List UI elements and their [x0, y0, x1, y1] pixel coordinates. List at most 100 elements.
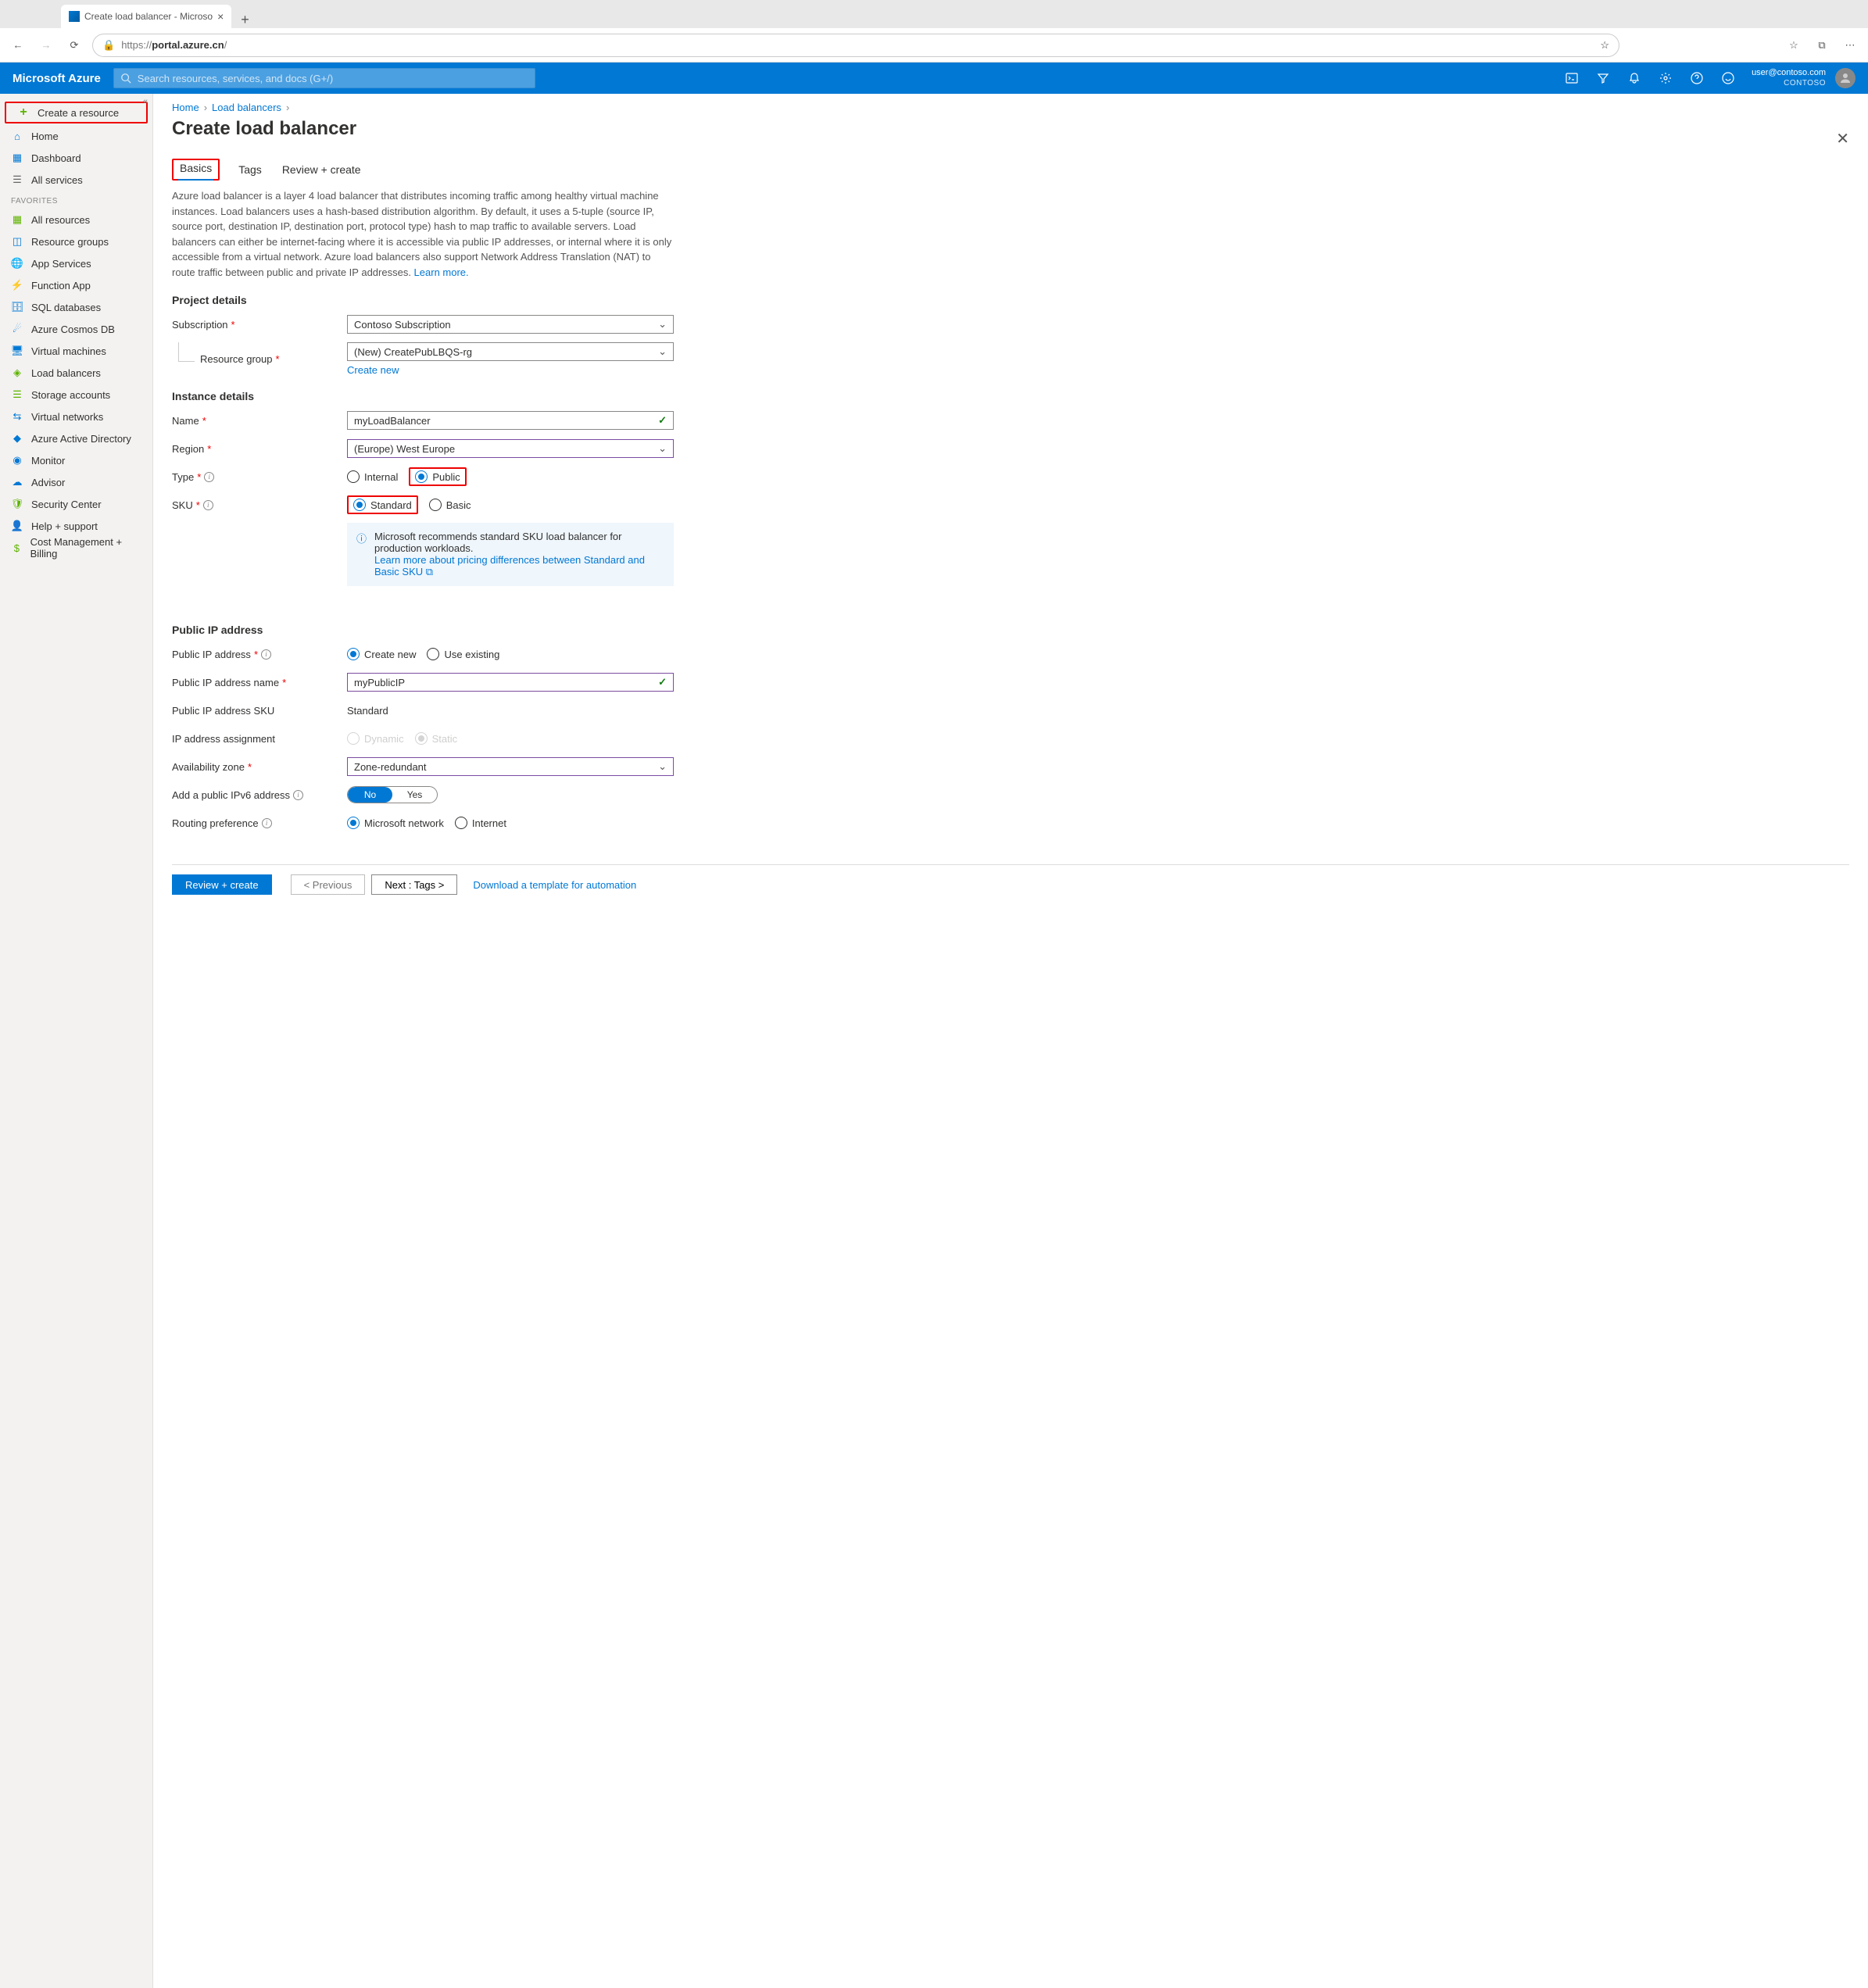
- breadcrumb-lb[interactable]: Load balancers: [212, 102, 281, 113]
- sidebar-item-storage[interactable]: ☰Storage accounts: [0, 384, 152, 406]
- tab-review[interactable]: Review + create: [281, 159, 363, 181]
- select-subscription[interactable]: Contoso Subscription⌄: [347, 315, 674, 334]
- feedback-icon[interactable]: [1714, 63, 1742, 94]
- chevron-down-icon: ⌄: [658, 760, 667, 773]
- collapse-sidebar-icon[interactable]: «: [143, 97, 148, 106]
- browser-tab[interactable]: Create load balancer - Microso ×: [61, 5, 231, 28]
- cube-icon: ◫: [11, 235, 23, 248]
- back-button[interactable]: ←: [8, 35, 28, 55]
- chevron-right-icon: ›: [286, 102, 289, 113]
- sidebar-item-sql[interactable]: 🗄SQL databases: [0, 296, 152, 318]
- tab-bar: Basics Tags Review + create: [172, 159, 1849, 181]
- info-icon[interactable]: i: [262, 818, 272, 828]
- label-ip-assignment: IP address assignment: [172, 733, 347, 745]
- sidebar-item-advisor[interactable]: ☁Advisor: [0, 471, 152, 493]
- input-name[interactable]: myLoadBalancer✓: [347, 411, 674, 430]
- radio-type-public[interactable]: Public: [415, 470, 460, 483]
- sidebar-item-all-resources[interactable]: ▦All resources: [0, 209, 152, 231]
- learn-more-link[interactable]: Learn more.: [414, 266, 469, 278]
- azure-logo[interactable]: Microsoft Azure: [13, 72, 101, 85]
- tab-basics[interactable]: Basics: [178, 157, 213, 181]
- radio-pip-create[interactable]: Create new: [347, 648, 416, 660]
- new-tab-button[interactable]: +: [231, 12, 259, 28]
- sidebar-item-vnets[interactable]: ⇆Virtual networks: [0, 406, 152, 427]
- label-routing: Routing preference i: [172, 817, 347, 829]
- settings-icon[interactable]: [1651, 63, 1680, 94]
- sidebar-label-create: Create a resource: [38, 107, 119, 119]
- toggle-ipv6-no[interactable]: No: [348, 787, 392, 803]
- info-icon[interactable]: i: [203, 500, 213, 510]
- close-blade-icon[interactable]: ✕: [1836, 129, 1849, 148]
- info-icon[interactable]: i: [261, 649, 271, 660]
- favorites-icon[interactable]: ☆: [1784, 39, 1804, 52]
- user-account[interactable]: user@contoso.com CONTOSO: [1745, 68, 1826, 88]
- radio-routing-internet[interactable]: Internet: [455, 817, 506, 829]
- shield-icon: 🛡: [11, 498, 23, 510]
- sidebar-item-all-services[interactable]: ☰All services: [0, 169, 152, 191]
- info-icon[interactable]: i: [204, 472, 214, 482]
- network-icon: ⇆: [11, 410, 23, 423]
- radio-sku-standard[interactable]: Standard: [353, 499, 412, 511]
- sidebar-item-function-app[interactable]: ⚡Function App: [0, 274, 152, 296]
- select-availability-zone[interactable]: Zone-redundant⌄: [347, 757, 674, 776]
- review-create-button[interactable]: Review + create: [172, 874, 272, 895]
- forward-button[interactable]: →: [36, 35, 56, 55]
- dashboard-icon: ▦: [11, 152, 23, 164]
- create-new-rg-link[interactable]: Create new: [347, 364, 674, 376]
- select-resource-group[interactable]: (New) CreatePubLBQS-rg⌄: [347, 342, 674, 361]
- menu-icon[interactable]: ⋯: [1840, 39, 1860, 52]
- select-region[interactable]: (Europe) West Europe⌄: [347, 439, 674, 458]
- aad-icon: ◆: [11, 432, 23, 445]
- page-title: Create load balancer: [172, 118, 356, 140]
- reading-mode-icon[interactable]: ☆: [1600, 39, 1609, 52]
- close-tab-icon[interactable]: ×: [217, 10, 224, 23]
- info-icon[interactable]: i: [293, 790, 303, 800]
- help-icon[interactable]: [1683, 63, 1711, 94]
- cosmos-icon: ☄: [11, 323, 23, 335]
- search-input[interactable]: [138, 73, 528, 84]
- sidebar-item-app-services[interactable]: 🌐App Services: [0, 252, 152, 274]
- browser-toolbar: ← → ⟳ 🔒 https://portal.azure.cn/ ☆ ☆ ⧉ ⋯: [0, 28, 1868, 63]
- sku-pricing-link[interactable]: Learn more about pricing differences bet…: [374, 554, 645, 577]
- toggle-ipv6[interactable]: No Yes: [347, 786, 438, 803]
- next-button[interactable]: Next : Tags >: [371, 874, 457, 895]
- info-icon: ⓘ: [356, 531, 367, 578]
- notifications-icon[interactable]: [1620, 63, 1648, 94]
- radio-sku-basic[interactable]: Basic: [429, 499, 471, 511]
- radio-pip-existing[interactable]: Use existing: [427, 648, 499, 660]
- chevron-right-icon: ›: [204, 102, 207, 113]
- user-email: user@contoso.com: [1752, 68, 1826, 78]
- sidebar-item-aad[interactable]: ◆Azure Active Directory: [0, 427, 152, 449]
- global-search[interactable]: [113, 68, 535, 88]
- sidebar-item-resource-groups[interactable]: ◫Resource groups: [0, 231, 152, 252]
- toggle-ipv6-yes[interactable]: Yes: [392, 787, 437, 803]
- input-pip-name[interactable]: myPublicIP✓: [347, 673, 674, 692]
- monitor-icon: 🖥: [11, 345, 23, 357]
- breadcrumb-home[interactable]: Home: [172, 102, 199, 113]
- sidebar-item-cost[interactable]: $Cost Management + Billing: [0, 537, 152, 559]
- refresh-button[interactable]: ⟳: [64, 35, 84, 55]
- collections-icon[interactable]: ⧉: [1812, 39, 1832, 52]
- database-icon: 🗄: [11, 301, 23, 313]
- previous-button[interactable]: < Previous: [291, 874, 366, 895]
- sidebar-item-vms[interactable]: 🖥Virtual machines: [0, 340, 152, 362]
- sidebar-item-security[interactable]: 🛡Security Center: [0, 493, 152, 515]
- sidebar-item-help[interactable]: 👤Help + support: [0, 515, 152, 537]
- radio-routing-ms[interactable]: Microsoft network: [347, 817, 444, 829]
- sidebar-item-create-resource[interactable]: + Create a resource: [5, 102, 148, 123]
- cloud-shell-icon[interactable]: [1558, 63, 1586, 94]
- download-template-link[interactable]: Download a template for automation: [473, 879, 636, 891]
- sidebar-item-monitor[interactable]: ◉Monitor: [0, 449, 152, 471]
- avatar[interactable]: [1835, 68, 1855, 88]
- monitor-svc-icon: ◉: [11, 454, 23, 467]
- sidebar-item-load-balancers[interactable]: ◈Load balancers: [0, 362, 152, 384]
- sidebar-item-home[interactable]: ⌂Home: [0, 125, 152, 147]
- radio-type-internal[interactable]: Internal: [347, 470, 398, 483]
- section-instance-details: Instance details: [172, 390, 1849, 402]
- description-text: Azure load balancer is a layer 4 load ba…: [172, 188, 672, 280]
- sidebar-item-dashboard[interactable]: ▦Dashboard: [0, 147, 152, 169]
- address-bar[interactable]: 🔒 https://portal.azure.cn/ ☆: [92, 34, 1619, 57]
- sidebar-item-cosmos[interactable]: ☄Azure Cosmos DB: [0, 318, 152, 340]
- tab-tags[interactable]: Tags: [237, 159, 263, 181]
- directory-filter-icon[interactable]: [1589, 63, 1617, 94]
